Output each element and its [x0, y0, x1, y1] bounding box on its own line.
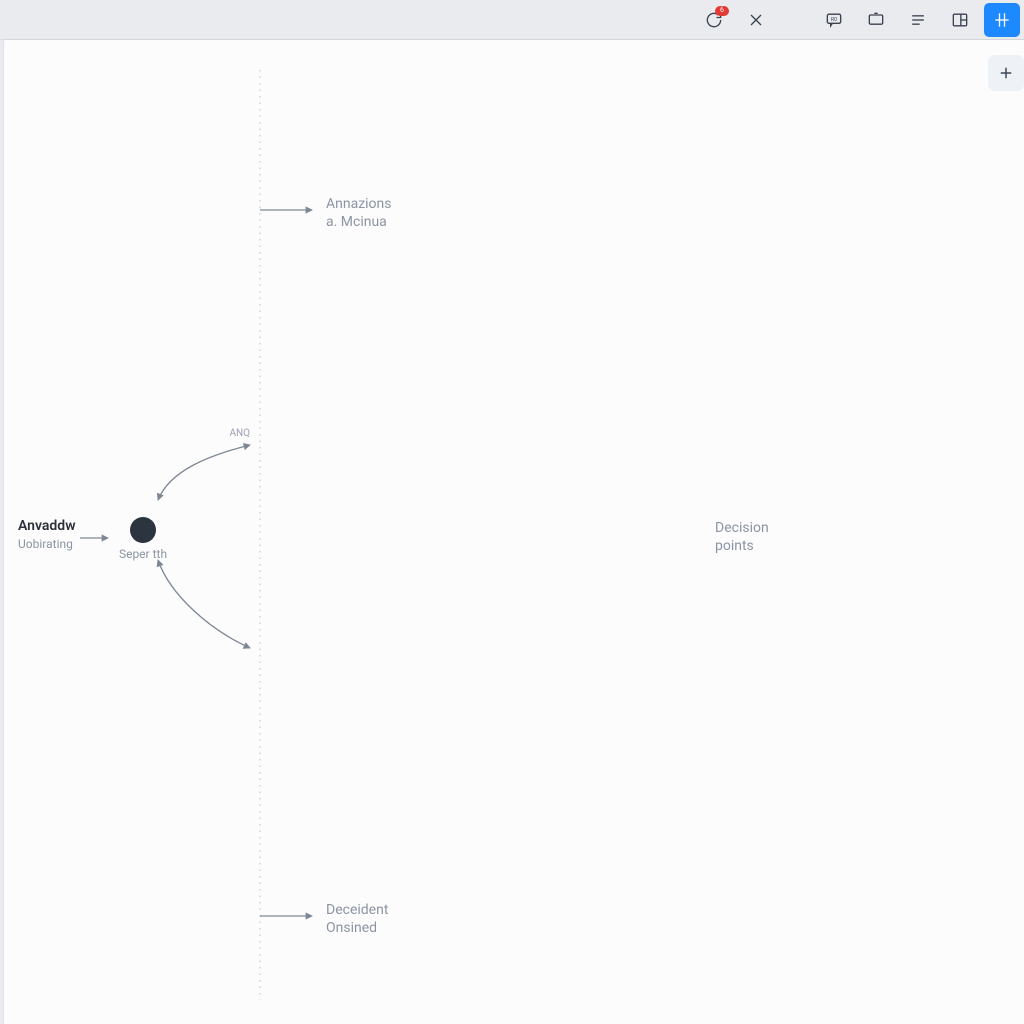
comment-button[interactable]: R0 [816, 3, 852, 37]
notification-badge: 6 [715, 6, 729, 16]
refresh-button[interactable]: 6 [696, 3, 732, 37]
right-node-line1[interactable]: Decision [715, 520, 769, 536]
branch-arc-down [158, 560, 250, 648]
branch-top-line1[interactable]: Annazions [326, 196, 392, 212]
root-dot-label: Seper tth [119, 547, 167, 561]
root-dot[interactable] [130, 517, 156, 543]
branch-arc-up [158, 445, 250, 500]
align-button[interactable] [984, 3, 1020, 37]
branch-top-line2: a. Mcinua [326, 214, 387, 230]
list-button[interactable] [900, 3, 936, 37]
right-node-line2: points [715, 538, 754, 554]
branch-bottom-line2: Onsined [326, 920, 377, 936]
root-node-title[interactable]: Anvaddw [18, 518, 76, 534]
small-top-label: ANQ [229, 428, 250, 439]
diagram-layer: Anvaddw Uobirating Seper tth ANQ Annazio… [0, 40, 1024, 1024]
top-toolbar: 6 R0 [0, 0, 1024, 40]
branch-bottom-line1[interactable]: Deceident [326, 902, 389, 918]
close-button[interactable] [738, 3, 774, 37]
root-node-subtitle: Uobirating [18, 537, 73, 551]
layout-button[interactable] [942, 3, 978, 37]
svg-text:R0: R0 [831, 16, 837, 22]
present-button[interactable] [858, 3, 894, 37]
